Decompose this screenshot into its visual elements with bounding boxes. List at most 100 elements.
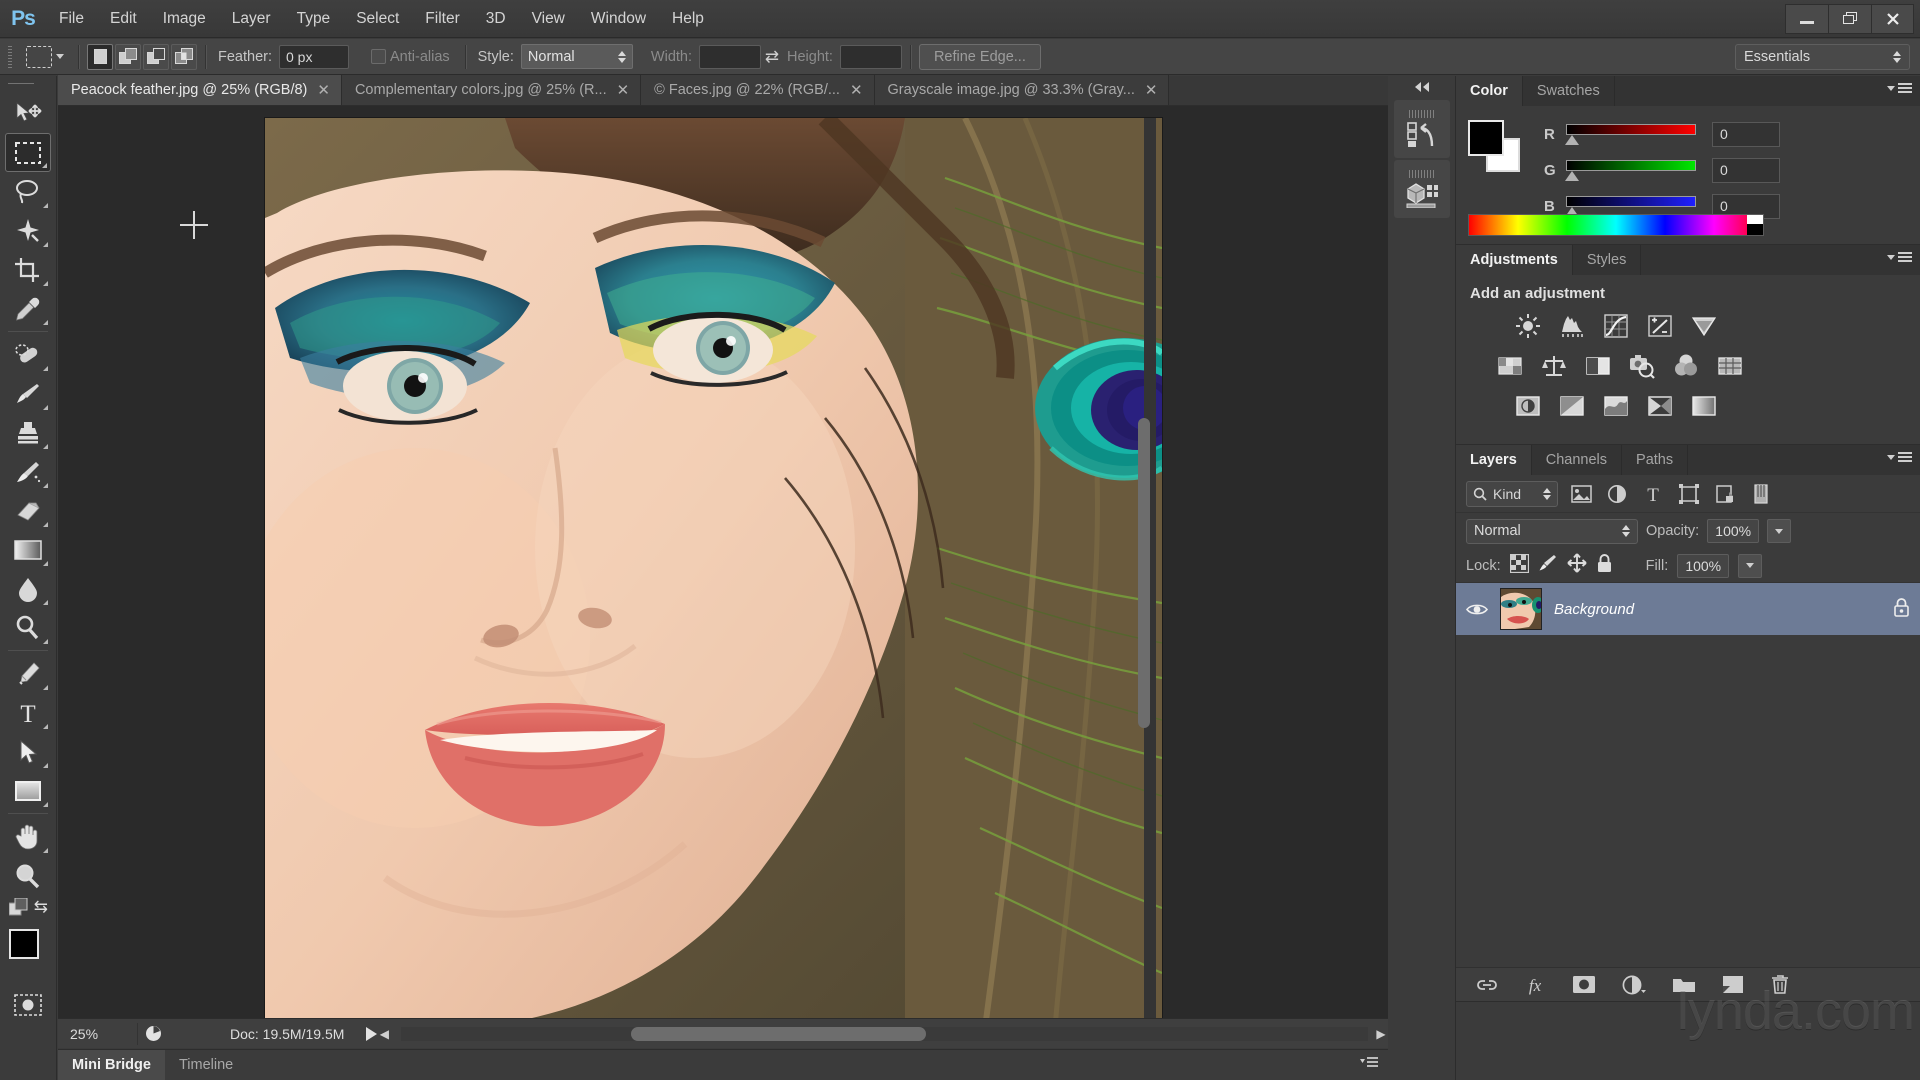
document-size-icon[interactable] bbox=[138, 1025, 168, 1042]
layers-panel-menu-icon[interactable] bbox=[1887, 452, 1912, 463]
status-expand-icon[interactable] bbox=[366, 1027, 377, 1041]
red-value-input[interactable]: 0 bbox=[1712, 122, 1780, 147]
menu-select[interactable]: Select bbox=[343, 0, 412, 38]
swap-width-height-icon[interactable]: ⇄ bbox=[761, 47, 783, 67]
3d-panel-icon[interactable] bbox=[1394, 160, 1450, 218]
close-icon[interactable]: ✕ bbox=[1145, 83, 1158, 98]
horizontal-type-tool[interactable]: T bbox=[5, 693, 51, 732]
zoom-level-input[interactable]: 25% bbox=[64, 1023, 138, 1045]
vibrance-icon[interactable] bbox=[1690, 312, 1718, 340]
add-to-selection-button[interactable] bbox=[115, 44, 141, 70]
filter-pixel-icon[interactable] bbox=[1568, 481, 1594, 507]
layers-list-empty-area[interactable] bbox=[1456, 635, 1920, 967]
bottom-dock-menu-icon[interactable] bbox=[1360, 1056, 1378, 1074]
collapse-panels-icon[interactable] bbox=[1388, 76, 1455, 98]
scroll-right-arrow-icon[interactable]: ▶ bbox=[1374, 1027, 1388, 1041]
document-tab-peacock-feather[interactable]: Peacock feather.jpg @ 25% (RGB/8) ✕ bbox=[58, 75, 342, 105]
brush-tool[interactable] bbox=[5, 374, 51, 413]
blend-mode-select[interactable]: Normal bbox=[1466, 519, 1638, 544]
opacity-input[interactable]: 100% bbox=[1707, 519, 1759, 543]
canvas-horizontal-scrollbar-track[interactable] bbox=[401, 1027, 1368, 1041]
fill-input[interactable]: 100% bbox=[1677, 554, 1729, 578]
delete-layer-icon[interactable] bbox=[1770, 974, 1790, 995]
tab-swatches[interactable]: Swatches bbox=[1523, 76, 1615, 106]
document-tab-faces[interactable]: © Faces.jpg @ 22% (RGB/... ✕ bbox=[641, 75, 874, 105]
photo-filter-icon[interactable] bbox=[1628, 352, 1656, 380]
dodge-tool[interactable] bbox=[5, 608, 51, 647]
exposure-icon[interactable] bbox=[1646, 312, 1674, 340]
canvas-vertical-scrollbar-thumb[interactable] bbox=[1138, 418, 1150, 728]
document-tab-complementary-colors[interactable]: Complementary colors.jpg @ 25% (R... ✕ bbox=[342, 75, 641, 105]
default-colors-icon[interactable] bbox=[9, 898, 28, 922]
canvas-area[interactable] bbox=[58, 106, 1388, 1018]
fill-dropdown-icon[interactable] bbox=[1738, 554, 1762, 578]
quick-selection-tool[interactable] bbox=[5, 211, 51, 250]
crop-tool[interactable] bbox=[5, 250, 51, 289]
adjustments-panel-menu-icon[interactable] bbox=[1887, 252, 1912, 263]
rectangle-tool[interactable] bbox=[5, 771, 51, 810]
black-and-white-icon[interactable] bbox=[1584, 352, 1612, 380]
tab-adjustments[interactable]: Adjustments bbox=[1456, 245, 1573, 275]
tab-styles[interactable]: Styles bbox=[1573, 245, 1642, 275]
green-slider[interactable] bbox=[1566, 157, 1698, 183]
close-button[interactable] bbox=[1871, 4, 1914, 34]
color-spectrum-ramp[interactable] bbox=[1468, 214, 1764, 236]
style-select[interactable]: Normal bbox=[521, 44, 633, 69]
lock-position-icon[interactable] bbox=[1567, 553, 1587, 578]
width-input[interactable] bbox=[699, 45, 761, 69]
refine-edge-button[interactable]: Refine Edge... bbox=[919, 44, 1041, 70]
height-input[interactable] bbox=[840, 45, 902, 69]
menu-type[interactable]: Type bbox=[284, 0, 344, 38]
link-layers-icon[interactable] bbox=[1476, 977, 1498, 993]
lock-all-icon[interactable] bbox=[1596, 553, 1613, 578]
color-panel-menu-icon[interactable] bbox=[1887, 83, 1912, 94]
options-bar-grip[interactable] bbox=[5, 44, 17, 70]
new-group-icon[interactable] bbox=[1672, 975, 1696, 994]
posterize-icon[interactable] bbox=[1558, 392, 1586, 420]
history-panel-icon[interactable] bbox=[1394, 100, 1450, 158]
lock-image-pixels-icon[interactable] bbox=[1538, 553, 1558, 578]
layer-thumbnail[interactable] bbox=[1500, 588, 1542, 630]
menu-view[interactable]: View bbox=[519, 0, 578, 38]
workspace-select[interactable]: Essentials bbox=[1735, 44, 1910, 70]
tab-timeline[interactable]: Timeline bbox=[165, 1050, 247, 1080]
channel-mixer-icon[interactable] bbox=[1672, 352, 1700, 380]
green-value-input[interactable]: 0 bbox=[1712, 158, 1780, 183]
feather-input[interactable]: 0 px bbox=[279, 45, 349, 69]
close-icon[interactable]: ✕ bbox=[317, 83, 330, 98]
opacity-dropdown-icon[interactable] bbox=[1767, 519, 1791, 543]
color-balance-icon[interactable] bbox=[1540, 352, 1568, 380]
menu-filter[interactable]: Filter bbox=[412, 0, 472, 38]
menu-help[interactable]: Help bbox=[659, 0, 717, 38]
filter-shape-icon[interactable] bbox=[1676, 481, 1702, 507]
gradient-map-icon[interactable] bbox=[1646, 392, 1674, 420]
edit-in-quick-mask-mode-button[interactable] bbox=[5, 985, 51, 1024]
document-tab-grayscale-image[interactable]: Grayscale image.jpg @ 33.3% (Gray... ✕ bbox=[875, 75, 1170, 105]
zoom-tool[interactable] bbox=[5, 856, 51, 895]
tab-paths[interactable]: Paths bbox=[1622, 445, 1688, 475]
slider-thumb[interactable] bbox=[1565, 135, 1579, 145]
black-swatch[interactable] bbox=[1747, 224, 1763, 235]
foreground-color-swatch[interactable] bbox=[1468, 120, 1504, 156]
close-icon[interactable]: ✕ bbox=[850, 83, 863, 98]
menu-edit[interactable]: Edit bbox=[97, 0, 150, 38]
color-lookup-icon[interactable] bbox=[1716, 352, 1744, 380]
menu-3d[interactable]: 3D bbox=[473, 0, 519, 38]
layer-name-label[interactable]: Background bbox=[1554, 601, 1634, 618]
curves-icon[interactable] bbox=[1602, 312, 1630, 340]
tab-mini-bridge[interactable]: Mini Bridge bbox=[58, 1050, 165, 1080]
levels-icon[interactable] bbox=[1558, 312, 1586, 340]
layer-style-fx-icon[interactable]: fx bbox=[1524, 975, 1546, 995]
new-fill-adjustment-icon[interactable] bbox=[1622, 975, 1646, 995]
menu-file[interactable]: File bbox=[46, 0, 97, 38]
rectangular-marquee-tool[interactable] bbox=[5, 133, 51, 172]
invert-icon[interactable] bbox=[1514, 392, 1542, 420]
subtract-from-selection-button[interactable] bbox=[143, 44, 169, 70]
hue-saturation-icon[interactable] bbox=[1496, 352, 1524, 380]
new-selection-button[interactable] bbox=[87, 44, 113, 70]
foreground-color-swatch[interactable] bbox=[9, 929, 39, 959]
selective-color-icon[interactable] bbox=[1690, 392, 1718, 420]
slider-thumb[interactable] bbox=[1565, 171, 1579, 181]
pen-tool[interactable] bbox=[5, 654, 51, 693]
path-selection-tool[interactable] bbox=[5, 732, 51, 771]
